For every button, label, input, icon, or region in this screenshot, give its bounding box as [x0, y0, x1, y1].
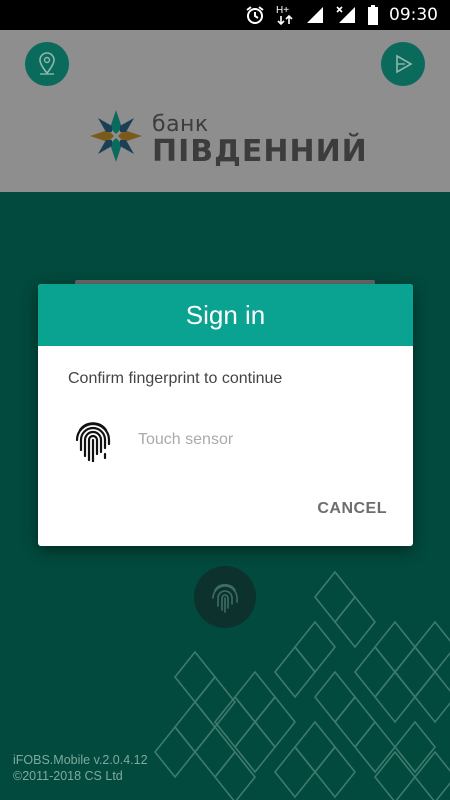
app-header: банк ПІВДЕННИЙ: [0, 30, 450, 192]
clock: 09:30: [389, 5, 438, 25]
play-button[interactable]: [381, 42, 425, 86]
data-arrows-icon: H+: [275, 5, 295, 26]
location-button[interactable]: [25, 42, 69, 86]
app-footer: iFOBS.Mobile v.2.0.4.12 ©2011-2018 CS Lt…: [13, 752, 148, 784]
signal-x-icon: [335, 5, 357, 25]
dialog-title: Sign in: [185, 299, 266, 330]
fingerprint-icon: [75, 422, 111, 462]
touch-sensor-hint: Touch sensor: [138, 431, 234, 448]
network-label: H+: [276, 5, 289, 16]
bank-logo: банк ПІВДЕННИЙ: [88, 108, 368, 169]
battery-icon: [367, 5, 379, 25]
cancel-button[interactable]: CANCEL: [317, 500, 387, 518]
status-bar: H+ 09:30: [0, 0, 450, 30]
alarm-icon: [245, 5, 265, 25]
signal-icon: [305, 5, 325, 25]
play-icon: [396, 54, 413, 74]
dialog-message: Confirm fingerprint to continue: [68, 370, 283, 387]
sign-in-dialog: Sign in Confirm fingerprint to continue …: [38, 284, 413, 546]
fingerprint-icon: [212, 583, 238, 613]
dialog-header: Sign in: [38, 284, 413, 346]
location-icon: [39, 52, 55, 75]
fingerprint-login-button[interactable]: [194, 566, 256, 628]
logo-star-icon: [90, 110, 142, 162]
logo-text-big: ПІВДЕННИЙ: [152, 134, 368, 169]
version-text: iFOBS.Mobile v.2.0.4.12: [13, 753, 148, 767]
copyright-text: ©2011-2018 CS Ltd: [13, 769, 123, 783]
